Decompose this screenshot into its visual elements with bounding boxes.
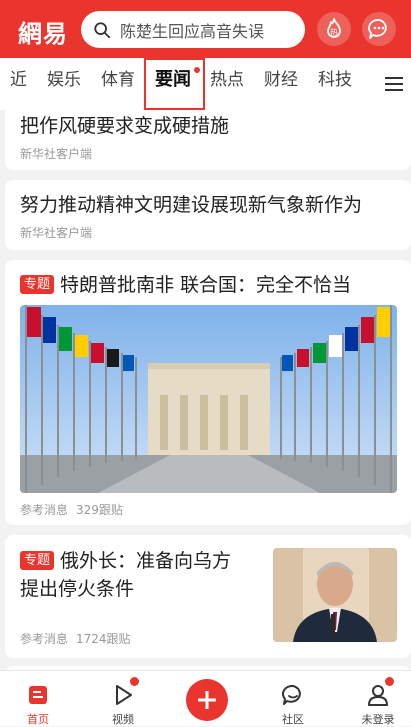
news-source: 新华社客户端 [20, 147, 93, 161]
flags-photo-image [20, 305, 397, 493]
search-placeholder: 陈楚生回应高音失误 [120, 21, 265, 41]
tab-sports[interactable]: 体育 [101, 58, 135, 110]
news-card-thumb[interactable]: 专题 俄外长：准备向乌方 提出停火条件 参考消息 1724跟贴 [5, 535, 411, 658]
comment-count[interactable]: 329跟贴 [76, 503, 123, 517]
hot-icon: 热 [327, 18, 341, 38]
netease-logo[interactable]: 網易 [18, 14, 68, 49]
message-button[interactable] [362, 12, 396, 46]
message-icon [368, 19, 387, 39]
news-source: 参考消息 [20, 503, 69, 517]
nav-profile-label: 未登录 [361, 713, 395, 726]
nav-profile-dot [385, 677, 394, 686]
news-title-text: 特朗普批南非 联合国：完全不恰当 [60, 274, 352, 296]
news-source: 参考消息 [20, 632, 69, 646]
news-title[interactable]: 把作风硬要求变成硬措施 [20, 113, 229, 139]
nav-home[interactable]: 首页 [3, 671, 73, 727]
topic-badge: 专题 [20, 551, 55, 570]
tab-entertainment[interactable]: 娱乐 [47, 58, 81, 110]
news-meta: 参考消息 329跟贴 [20, 501, 123, 518]
hot-label: 热 [330, 27, 338, 37]
nav-video[interactable]: 视频 [88, 671, 158, 727]
nav-video-label: 视频 [112, 713, 134, 726]
news-card-photo[interactable]: 专题 特朗普批南非 联合国：完全不恰当 参考消息 329跟贴 [5, 260, 411, 525]
tabs-fade [356, 58, 376, 110]
news-title[interactable]: 专题 俄外长：准备向乌方 [20, 548, 231, 574]
news-card[interactable]: 努力推动精神文明建设展现新气象新作为 新华社客户端 [5, 180, 411, 250]
topic-badge: 专题 [20, 275, 55, 294]
nav-profile[interactable]: 未登录 [343, 671, 411, 727]
tab-tech[interactable]: 科技 [318, 58, 352, 110]
tab-headlines[interactable]: 要闻 [155, 58, 201, 110]
comment-count[interactable]: 1724跟贴 [76, 632, 131, 646]
community-icon [282, 684, 301, 705]
user-icon [368, 685, 388, 706]
news-card[interactable]: 把作风硬要求变成硬措施 新华社客户端 [5, 110, 411, 170]
hot-button[interactable]: 热 [317, 12, 351, 46]
nav-home-label: 首页 [27, 713, 49, 726]
publish-button[interactable] [186, 679, 228, 721]
news-photo[interactable] [20, 305, 397, 493]
search-bar[interactable]: 陈楚生回应高音失误 [81, 11, 305, 48]
bottom-navigation: 首页 视频 社区 未登录 [0, 670, 411, 726]
news-thumbnail[interactable] [273, 548, 397, 642]
portrait-thumbnail-image [273, 548, 397, 642]
tab-new-dot [193, 66, 201, 74]
news-title[interactable]: 努力推动精神文明建设展现新气象新作为 [20, 192, 362, 218]
channel-menu-button[interactable] [376, 58, 411, 110]
video-icon [116, 685, 132, 705]
news-source: 新华社客户端 [20, 226, 93, 240]
news-title-line2[interactable]: 提出停火条件 [20, 576, 134, 602]
news-title[interactable]: 专题 特朗普批南非 联合国：完全不恰当 [20, 272, 351, 298]
tab-hot[interactable]: 热点 [210, 58, 244, 110]
nav-community-label: 社区 [282, 713, 304, 726]
top-header: 網易 陈楚生回应高音失误 热 [0, 0, 411, 58]
tab-headlines-label: 要闻 [155, 69, 191, 90]
news-title-line1: 俄外长：准备向乌方 [60, 550, 232, 572]
nav-video-dot [130, 677, 139, 686]
search-icon [94, 21, 111, 38]
channel-tabs: 近 娱乐 体育 要闻 热点 财经 科技 [0, 58, 411, 110]
home-icon [29, 686, 47, 704]
tab-recent[interactable]: 近 [10, 58, 27, 110]
plus-icon [198, 691, 216, 709]
news-meta: 参考消息 1724跟贴 [20, 630, 131, 647]
menu-icon [384, 77, 403, 91]
nav-community[interactable]: 社区 [258, 671, 328, 727]
tab-finance[interactable]: 财经 [264, 58, 298, 110]
